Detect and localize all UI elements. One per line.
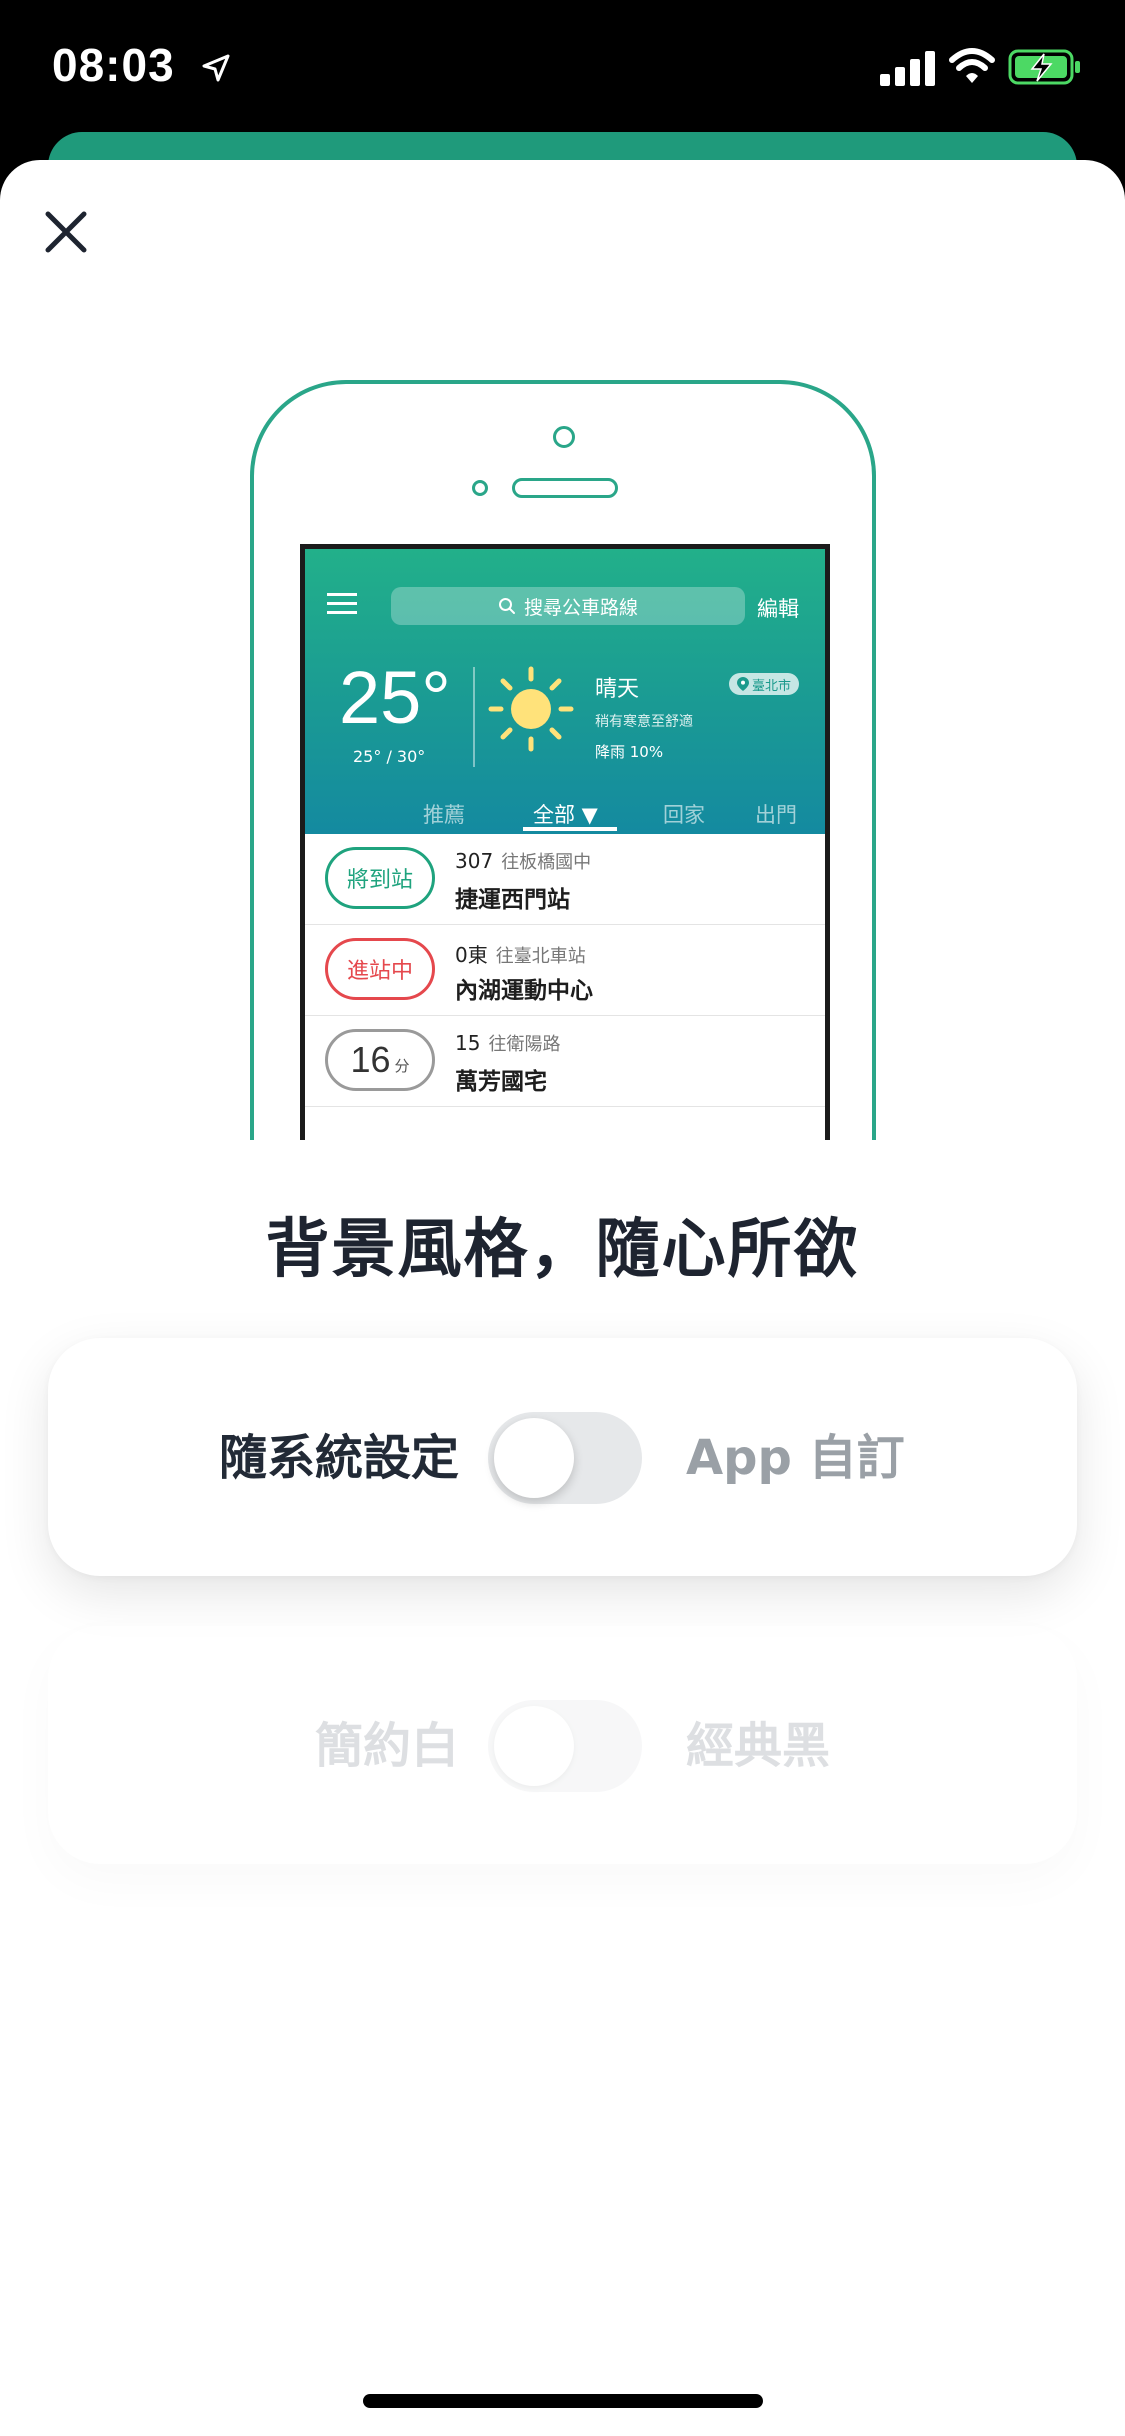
search-icon <box>498 598 515 614</box>
bus-row: 進站中 0東 往臺北車站 內湖運動中心 <box>305 925 825 1016</box>
phone-illustration: 搜尋公車路線 編輯 25° 25° / 30° 晴天 稍有寒意至舒適 降雨 10… <box>250 380 876 1140</box>
toggle-knob <box>494 1706 574 1786</box>
close-icon <box>45 211 87 253</box>
toggle-knob <box>494 1418 574 1498</box>
app-custom-label: App 自訂 <box>686 1430 905 1486</box>
location-arrow-icon <box>202 54 230 82</box>
wifi-icon <box>949 48 995 83</box>
light-theme-label: 簡約白 <box>314 1718 459 1774</box>
stop-name: 捷運西門站 <box>455 887 570 913</box>
route-direction: 往衛陽路 <box>488 1034 561 1055</box>
phone-speaker <box>512 478 618 498</box>
follow-system-toggle[interactable] <box>488 1412 642 1504</box>
status-badge-label: 進站中 <box>346 959 413 984</box>
status-bar: 08:03 <box>0 0 1125 140</box>
route-direction: 往板橋國中 <box>501 852 592 873</box>
city-badge: 臺北市 <box>729 673 800 695</box>
status-badge-label: 將到站 <box>346 868 413 893</box>
temperature-range: 25° / 30° <box>353 747 426 766</box>
page-title: 背景風格，隨心所欲 <box>265 1213 860 1287</box>
stop-name: 萬芳國宅 <box>455 1069 547 1095</box>
route-number: 307 <box>455 849 494 873</box>
eta-unit: 分 <box>394 1056 410 1075</box>
theme-style-toggle[interactable] <box>488 1700 642 1792</box>
follow-system-card: 隨系統設定 App 自訂 <box>48 1338 1077 1576</box>
bus-route: 307 往板橋國中 <box>455 848 591 874</box>
battery-charging-icon <box>1008 49 1080 85</box>
app-screen-preview: 搜尋公車路線 編輯 25° 25° / 30° 晴天 稍有寒意至舒適 降雨 10… <box>300 544 830 1140</box>
status-badge-arriving: 將到站 <box>325 847 435 909</box>
status-badge-entering: 進站中 <box>325 938 435 1000</box>
app-search-placeholder: 搜尋公車路線 <box>523 596 638 619</box>
route-number: 15 <box>455 1031 481 1055</box>
route-number: 0東 <box>455 943 488 967</box>
bus-route: 15 往衛陽路 <box>455 1030 560 1056</box>
appearance-sheet: 搜尋公車路線 編輯 25° 25° / 30° 晴天 稍有寒意至舒適 降雨 10… <box>0 160 1125 2436</box>
status-time: 08:03 <box>52 39 175 91</box>
theme-style-card: 簡約白 經典黑 <box>48 1626 1077 1864</box>
app-search-bar: 搜尋公車路線 <box>391 587 745 625</box>
sun-icon <box>488 666 574 752</box>
follow-system-label: 隨系統設定 <box>218 1430 459 1486</box>
eta-value: 16 <box>350 1039 391 1080</box>
stop-name: 內湖運動中心 <box>455 978 593 1004</box>
app-header: 搜尋公車路線 編輯 25° 25° / 30° 晴天 稍有寒意至舒適 降雨 10… <box>305 549 825 834</box>
rain-chance: 降雨 10% <box>595 743 664 761</box>
temperature: 25° <box>339 656 451 739</box>
eta-badge: 16 分 <box>325 1029 435 1091</box>
bus-row: 16 分 15 往衛陽路 萬芳國宅 <box>305 1016 825 1107</box>
bus-route: 0東 往臺北車站 <box>455 939 586 968</box>
cellular-signal-icon <box>880 51 935 86</box>
map-pin-icon <box>737 677 749 691</box>
home-indicator <box>363 2394 763 2408</box>
app-tab-outbound: 出門 <box>755 803 797 827</box>
app-tab-recommended: 推薦 <box>423 803 465 827</box>
bus-row: 將到站 307 往板橋國中 捷運西門站 <box>305 834 825 925</box>
dark-theme-label: 經典黑 <box>686 1718 831 1774</box>
app-edit-label: 編輯 <box>757 597 799 621</box>
app-tab-underline <box>523 827 617 831</box>
route-direction: 往臺北車站 <box>495 946 586 967</box>
close-button[interactable] <box>34 200 98 264</box>
weather-condition: 晴天 <box>595 677 640 702</box>
weather-divider <box>473 667 475 767</box>
app-tab-all: 全部 ▼ <box>533 803 598 827</box>
weather-comfort: 稍有寒意至舒適 <box>595 714 693 730</box>
phone-sensor <box>472 480 488 496</box>
app-tab-home: 回家 <box>663 803 705 827</box>
phone-camera <box>553 426 575 448</box>
city-name: 臺北市 <box>752 678 792 694</box>
hamburger-menu-icon <box>327 593 357 614</box>
